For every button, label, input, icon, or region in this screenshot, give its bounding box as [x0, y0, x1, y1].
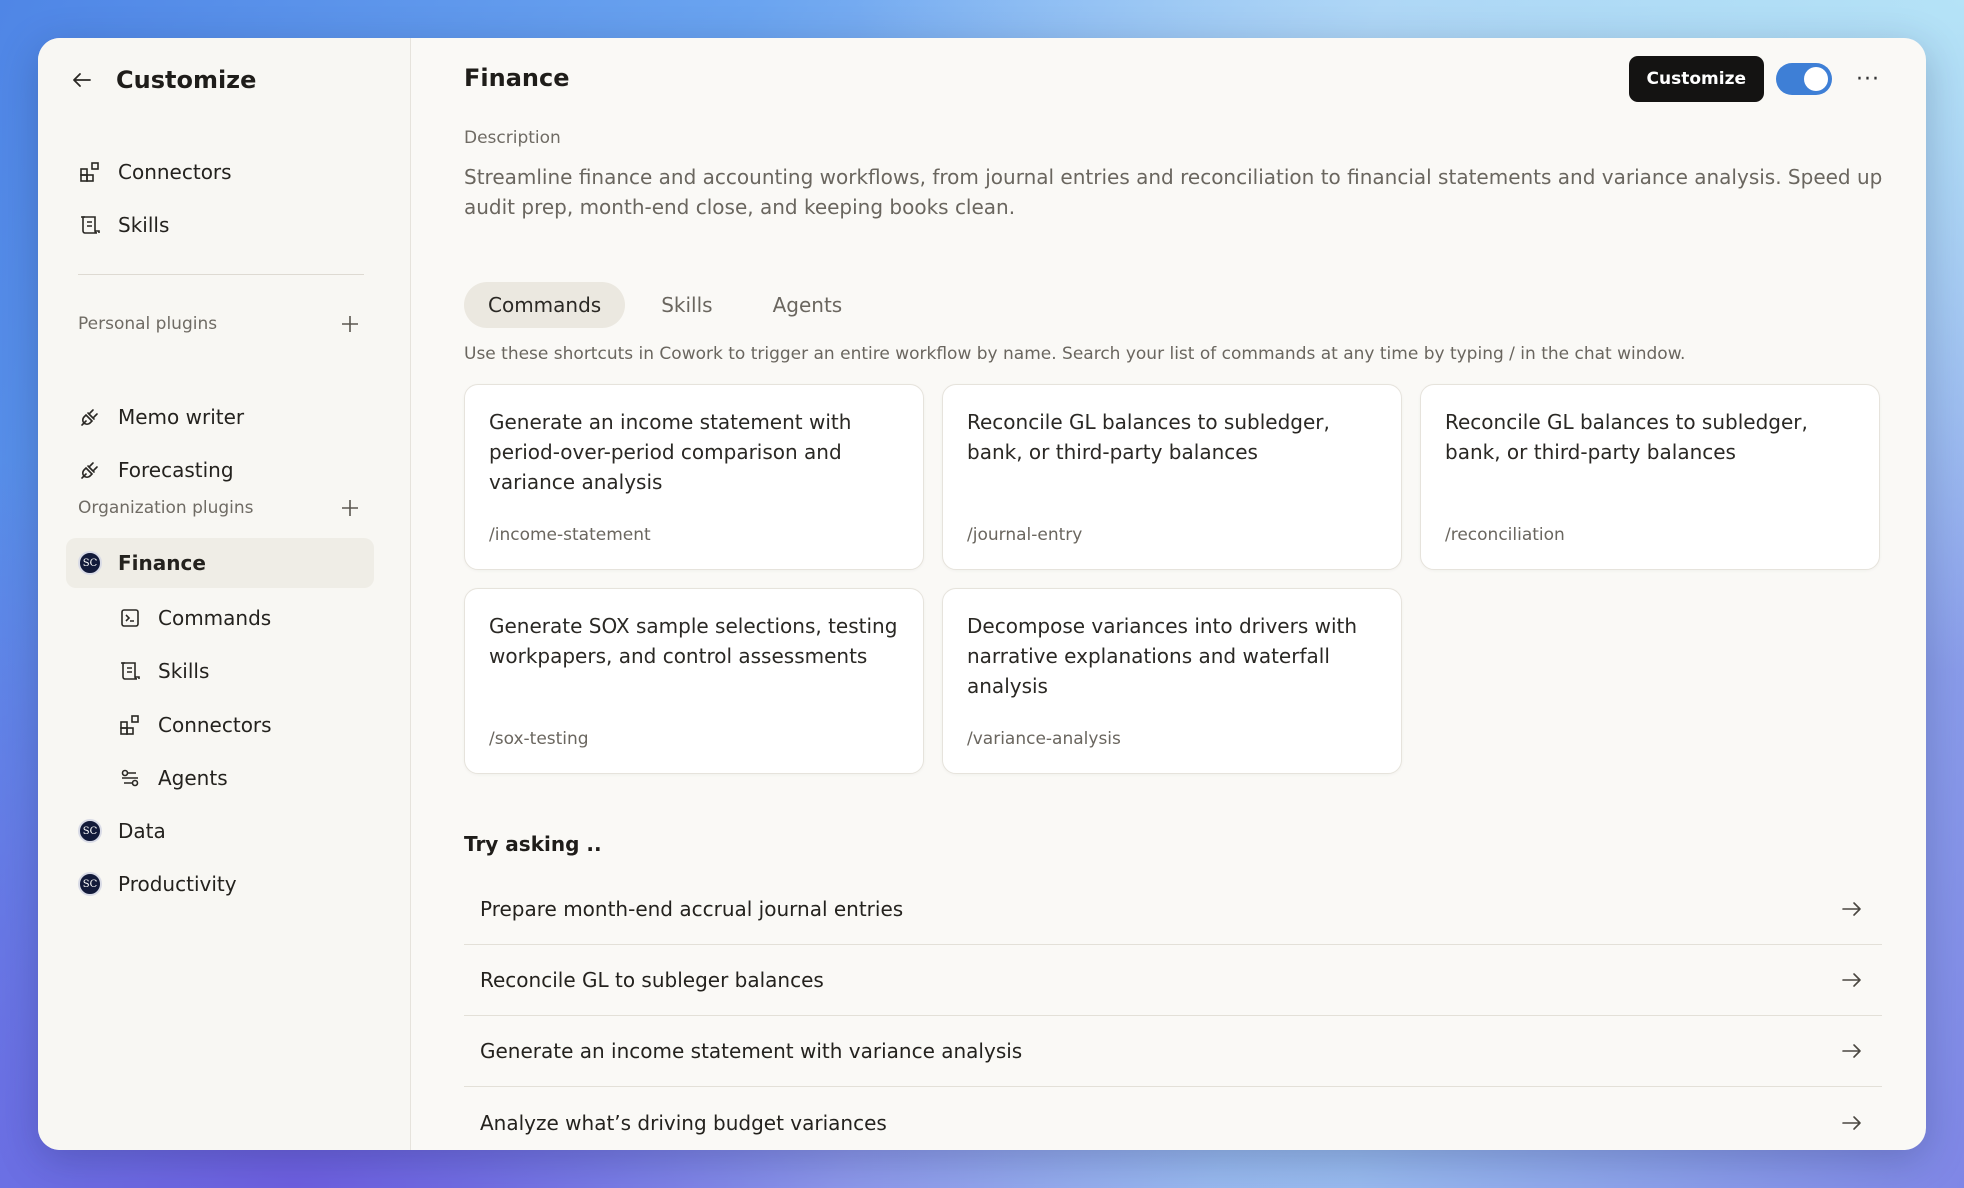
sidebar-item-connectors[interactable]: Connectors	[66, 147, 374, 197]
org-badge: SC	[78, 872, 102, 896]
command-card[interactable]: Reconcile GL balances to subledger, bank…	[1420, 384, 1880, 570]
suggestion-item[interactable]: Prepare month-end accrual journal entrie…	[464, 874, 1882, 945]
sidebar-subitem-commands[interactable]: Commands	[106, 593, 374, 643]
org-badge: SC	[78, 551, 102, 575]
sidebar-item-productivity[interactable]: SC Productivity	[66, 859, 374, 909]
arrow-right-icon	[1838, 966, 1866, 994]
command-slug: /variance-analysis	[967, 729, 1121, 749]
plugin-enabled-toggle[interactable]	[1776, 63, 1832, 95]
page-title: Finance	[464, 64, 570, 92]
sidebar-item-memo-writer[interactable]: Memo writer	[66, 392, 374, 442]
plug-icon	[78, 405, 102, 429]
suggestion-text: Analyze what’s driving budget variances	[480, 1110, 887, 1135]
plug-icon	[78, 458, 102, 482]
agents-icon	[118, 766, 142, 790]
sidebar-item-label: Finance	[118, 551, 206, 575]
description-text: Streamline finance and accounting workfl…	[464, 165, 1883, 219]
command-description: Decompose variances into drivers with na…	[967, 614, 1358, 698]
command-slug: /sox-testing	[489, 729, 589, 749]
more-options-button[interactable]: ···	[1852, 63, 1884, 95]
command-card[interactable]: Generate an income statement with period…	[464, 384, 924, 570]
command-slug: /reconciliation	[1445, 525, 1565, 545]
tab-agents[interactable]: Agents	[749, 282, 867, 328]
commands-help-text: Use these shortcuts in Cowork to trigger…	[464, 344, 1686, 364]
suggestion-item[interactable]: Analyze what’s driving budget variances	[464, 1087, 1882, 1150]
add-organization-plugin-button[interactable]	[336, 494, 364, 522]
sidebar-item-finance[interactable]: SC Finance	[66, 538, 374, 588]
personal-plugins-header: Personal plugins	[78, 310, 364, 338]
sidebar: Customize Connectors Skills Personal plu…	[38, 38, 411, 1150]
suggestion-text: Generate an income statement with varian…	[480, 1039, 1023, 1063]
toggle-knob	[1804, 67, 1828, 91]
try-asking-heading: Try asking ..	[464, 832, 602, 856]
command-card[interactable]: Generate SOX sample selections, testing …	[464, 588, 924, 774]
sidebar-item-label: Connectors	[158, 713, 272, 737]
organization-plugins-header: Organization plugins	[78, 494, 364, 522]
tab-skills[interactable]: Skills	[637, 282, 736, 328]
section-label: Personal plugins	[78, 314, 218, 334]
suggestion-item[interactable]: Generate an income statement with varian…	[464, 1016, 1882, 1087]
main-panel: Finance Customize ··· Description Stream…	[411, 38, 1926, 1150]
sidebar-item-label: Productivity	[118, 872, 237, 896]
sidebar-subitem-connectors[interactable]: Connectors	[106, 700, 374, 750]
top-actions: Customize ···	[1628, 56, 1884, 102]
connectors-icon	[78, 160, 102, 184]
arrow-left-icon	[73, 73, 91, 87]
command-description: Reconcile GL balances to subledger, bank…	[967, 410, 1330, 464]
sidebar-divider	[78, 274, 364, 275]
sidebar-header: Customize	[66, 64, 256, 96]
tab-commands[interactable]: Commands	[464, 282, 626, 328]
sidebar-item-label: Agents	[158, 766, 228, 790]
plus-icon	[342, 316, 358, 332]
add-personal-plugin-button[interactable]	[336, 310, 364, 338]
sidebar-item-label: Forecasting	[118, 458, 234, 482]
commands-icon	[118, 606, 142, 630]
tabs: Commands Skills Agents	[464, 282, 878, 328]
back-button[interactable]	[66, 64, 98, 96]
command-slug: /income-statement	[489, 525, 651, 545]
sidebar-item-data[interactable]: SC Data	[66, 806, 374, 856]
sidebar-item-label: Skills	[158, 659, 210, 683]
sidebar-item-label: Data	[118, 819, 166, 843]
command-slug: /journal-entry	[967, 525, 1083, 545]
command-description: Generate an income statement with period…	[489, 410, 852, 494]
sidebar-subitem-agents[interactable]: Agents	[106, 753, 374, 803]
skills-icon	[118, 659, 142, 683]
finance-badge-wrap: SC	[78, 551, 102, 575]
try-asking-list: Prepare month-end accrual journal entrie…	[464, 874, 1882, 1150]
sidebar-item-skills[interactable]: Skills	[66, 200, 374, 250]
command-description: Reconcile GL balances to subledger, bank…	[1445, 410, 1808, 464]
sidebar-subitem-skills[interactable]: Skills	[106, 646, 374, 696]
command-card[interactable]: Reconcile GL balances to subledger, bank…	[942, 384, 1402, 570]
command-description: Generate SOX sample selections, testing …	[489, 614, 898, 668]
arrow-right-icon	[1838, 1109, 1866, 1137]
customize-window: Customize Connectors Skills Personal plu…	[38, 38, 1926, 1150]
data-badge-wrap: SC	[78, 819, 102, 843]
customize-button[interactable]: Customize	[1628, 56, 1764, 102]
description-label: Description	[464, 128, 561, 148]
sidebar-item-label: Commands	[158, 606, 272, 630]
command-card[interactable]: Decompose variances into drivers with na…	[942, 588, 1402, 774]
sidebar-item-label: Skills	[118, 213, 170, 237]
more-icon: ···	[1856, 66, 1880, 92]
connectors-icon	[118, 713, 142, 737]
sidebar-title: Customize	[116, 66, 257, 94]
sidebar-item-label: Connectors	[118, 160, 232, 184]
arrow-right-icon	[1838, 895, 1866, 923]
suggestion-item[interactable]: Reconcile GL to subleger balances	[464, 945, 1882, 1016]
suggestion-text: Reconcile GL to subleger balances	[480, 968, 824, 992]
sidebar-item-forecasting[interactable]: Forecasting	[66, 445, 374, 495]
arrow-right-icon	[1838, 1037, 1866, 1065]
productivity-badge-wrap: SC	[78, 872, 102, 896]
org-badge: SC	[78, 819, 102, 843]
plus-icon	[342, 500, 358, 516]
sidebar-item-label: Memo writer	[118, 405, 245, 429]
suggestion-text: Prepare month-end accrual journal entrie…	[480, 897, 904, 921]
skills-icon	[78, 213, 102, 237]
section-label: Organization plugins	[78, 498, 254, 518]
